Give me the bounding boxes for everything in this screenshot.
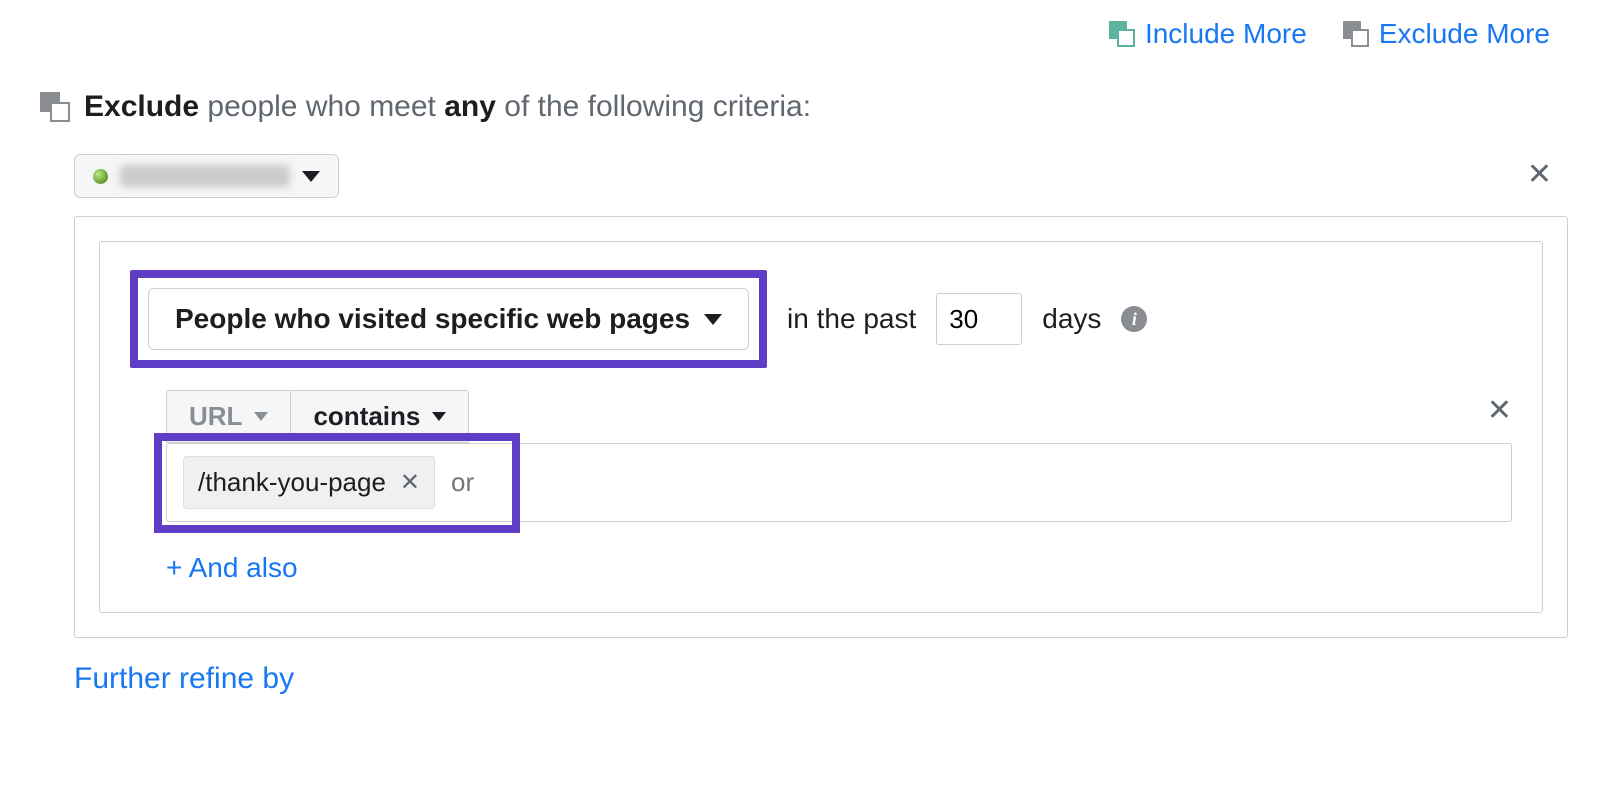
audience-type-highlight: People who visited specific web pages (130, 270, 767, 368)
url-operator-dropdown[interactable]: contains (291, 390, 469, 443)
days-label: days (1042, 303, 1101, 335)
url-chip: /thank-you-page ✕ (183, 456, 435, 509)
info-icon[interactable]: i (1121, 306, 1147, 332)
remove-source-button[interactable]: ✕ (1527, 160, 1552, 190)
audience-type-dropdown[interactable]: People who visited specific web pages (148, 288, 749, 350)
url-or-input[interactable] (449, 466, 1495, 499)
chevron-down-icon (302, 171, 320, 182)
url-values-input[interactable]: /thank-you-page ✕ (166, 443, 1512, 522)
criteria-panel: People who visited specific web pages in… (74, 216, 1568, 638)
include-more-label: Include More (1145, 18, 1307, 50)
url-chip-label: /thank-you-page (198, 467, 386, 498)
include-more-link[interactable]: Include More (1109, 18, 1307, 50)
chevron-down-icon (254, 412, 268, 421)
url-operator-label: contains (313, 401, 420, 432)
url-field-dropdown[interactable]: URL (166, 390, 291, 443)
exclude-headline: Exclude people who meet any of the follo… (40, 90, 1568, 124)
criteria-card: People who visited specific web pages in… (99, 241, 1543, 613)
audience-type-label: People who visited specific web pages (175, 303, 690, 335)
exclude-more-label: Exclude More (1379, 18, 1550, 50)
headline-mid: people who meet (199, 90, 444, 123)
chevron-down-icon (704, 314, 722, 325)
in-the-past-label: in the past (787, 303, 916, 335)
chevron-down-icon (432, 412, 446, 421)
pixel-source-dropdown[interactable] (74, 154, 339, 198)
and-also-button[interactable]: + And also (166, 552, 298, 584)
any-word: any (444, 90, 496, 123)
exclude-more-link[interactable]: Exclude More (1343, 18, 1550, 50)
remove-chip-button[interactable]: ✕ (400, 468, 420, 497)
further-refine-link[interactable]: Further refine by (74, 662, 294, 696)
days-input[interactable] (936, 293, 1022, 345)
status-dot-icon (93, 169, 108, 184)
exclude-more-icon (1343, 21, 1369, 47)
url-field-label: URL (189, 401, 242, 432)
include-more-icon (1109, 21, 1135, 47)
pixel-source-label (120, 165, 290, 187)
exclude-section-icon (40, 92, 70, 122)
exclude-word: Exclude (84, 90, 199, 123)
remove-rule-button[interactable]: ✕ (1487, 396, 1512, 426)
headline-end: of the following criteria: (496, 90, 811, 123)
